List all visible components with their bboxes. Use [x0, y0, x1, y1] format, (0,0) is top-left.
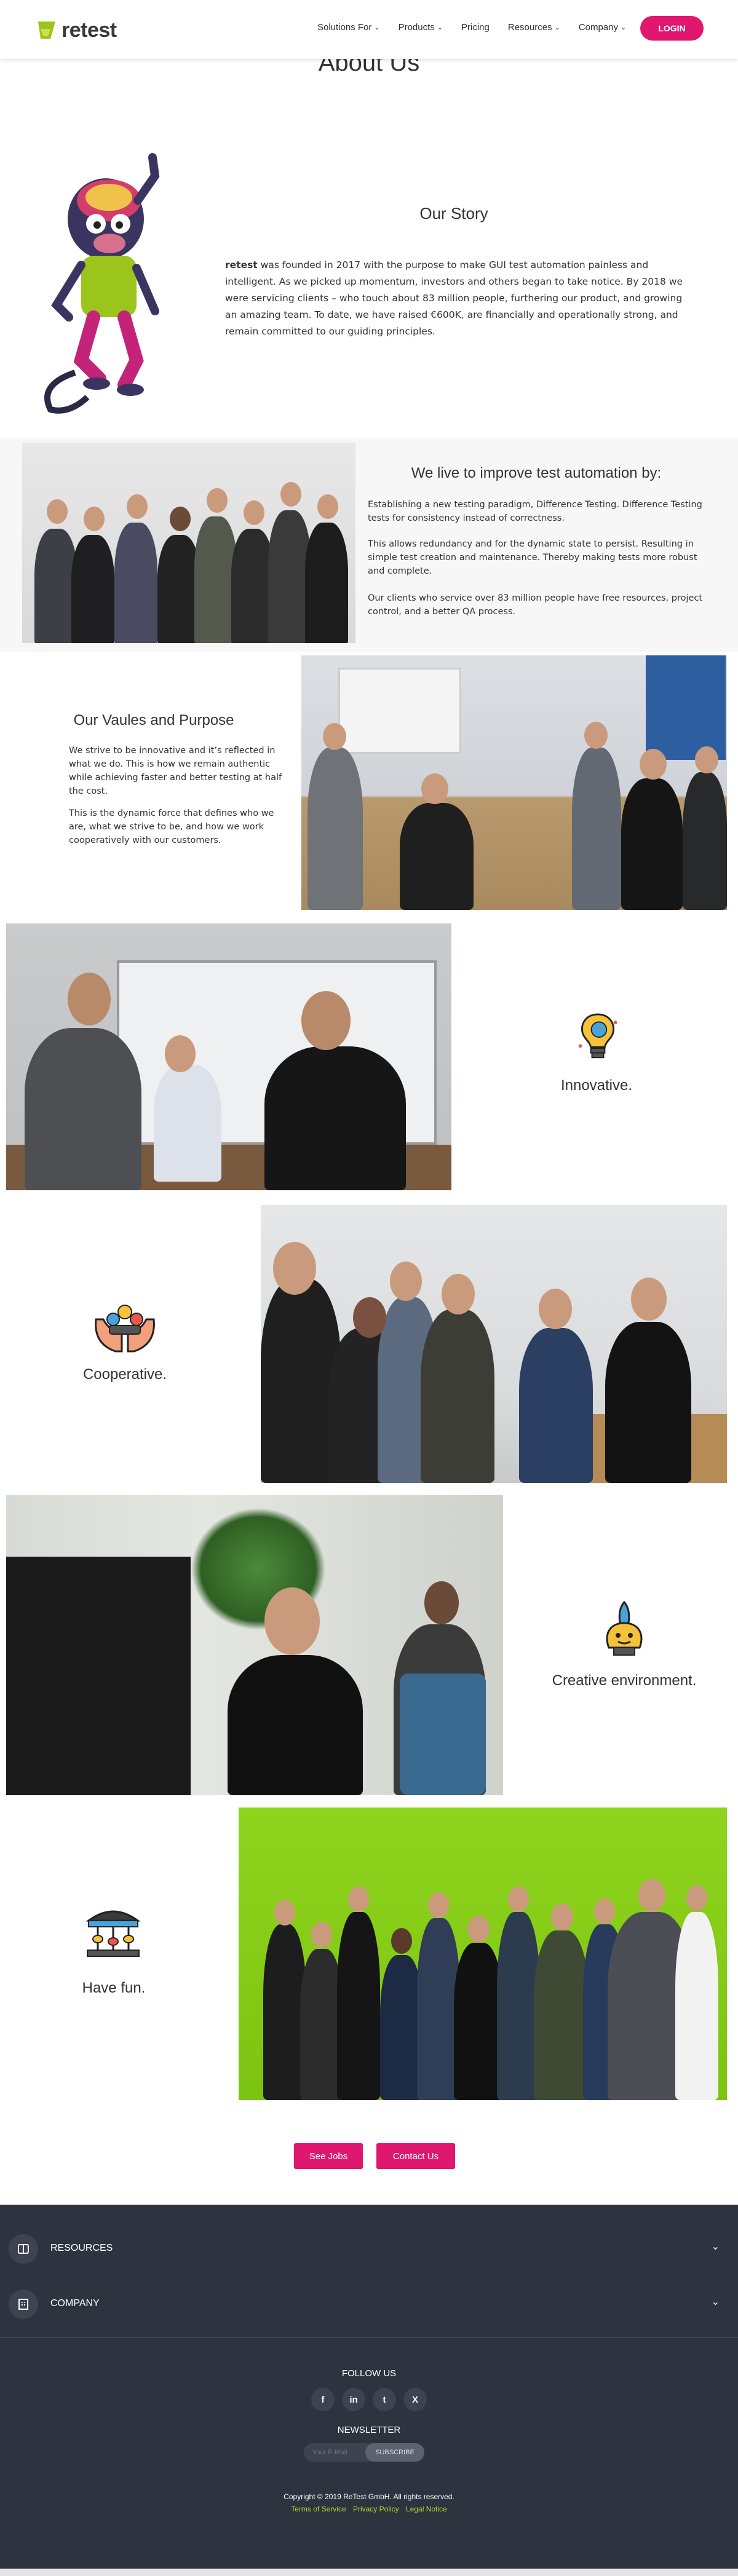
feature-have-fun: Have fun. — [82, 1980, 146, 1996]
chevron-down-icon: ⌄ — [711, 2297, 720, 2307]
feature-innovative: Innovative. — [560, 1077, 633, 1094]
values-paragraph-2: This is the dynamic force that defines w… — [69, 808, 274, 845]
building-icon — [9, 2290, 38, 2319]
nav-label: Solutions For — [317, 22, 372, 33]
linkedin-icon[interactable]: in — [342, 2388, 365, 2411]
contact-us-button[interactable]: Contact Us — [376, 2143, 455, 2169]
rocket-head-icon — [606, 1600, 643, 1656]
site-header: retest Solutions For ⌄ Products ⌄ Pricing … — [0, 0, 738, 59]
story-title: Our Story — [419, 204, 488, 223]
nav-products[interactable]: Products ⌄ — [399, 22, 443, 33]
hands-team-icon — [95, 1305, 155, 1353]
newsletter-email-input[interactable] — [304, 2443, 365, 2462]
feature-creative-environment: Creative environment. — [552, 1672, 697, 1689]
xing-icon[interactable]: X — [403, 2388, 427, 2411]
chevron-down-icon: ⌄ — [711, 2242, 720, 2252]
team-green-wall-photo — [239, 1808, 727, 2100]
login-button[interactable]: LOGIN — [640, 16, 704, 41]
improve-paragraph-2: This allows redundancy and for the dynam… — [368, 539, 697, 576]
monkey-mascot-illustration — [44, 153, 160, 414]
improve-paragraph-3: Our clients who service over 83 million … — [368, 593, 703, 617]
twitter-icon[interactable]: t — [373, 2388, 396, 2411]
see-jobs-button[interactable]: See Jobs — [294, 2143, 363, 2169]
chevron-down-icon: ⌄ — [437, 24, 443, 31]
subscribe-button[interactable]: SUBSCRIBE — [365, 2443, 424, 2462]
chevron-down-icon: ⌄ — [621, 24, 627, 31]
values-paragraph-1: We strive to be innovative and it’s refl… — [69, 746, 282, 796]
story-body: was founded in 2017 with the purpose to … — [225, 259, 683, 337]
chevron-down-icon: ⌄ — [374, 24, 380, 31]
nav-pricing[interactable]: Pricing — [461, 22, 490, 33]
legal-notice-link[interactable]: Legal Notice — [406, 2505, 447, 2513]
carousel-icon — [85, 1910, 141, 1957]
terms-link[interactable]: Terms of Service — [291, 2505, 346, 2513]
copyright-text: Copyright © 2019 ReTest GmbH. All rights… — [284, 2492, 454, 2501]
main-nav: Solutions For ⌄ Products ⌄ Pricing Resourc… — [317, 22, 645, 33]
whiteboard-discussion-photo — [6, 923, 451, 1190]
logo-text: retest — [62, 18, 117, 42]
footer-company-toggle[interactable]: COMPANY ⌄ — [0, 2277, 738, 2331]
footer-section-label: RESOURCES — [50, 2243, 113, 2253]
values-title: Our Vaules and Purpose — [73, 712, 234, 729]
nav-resources[interactable]: Resources ⌄ — [508, 22, 560, 33]
chevron-down-icon: ⌄ — [554, 24, 560, 31]
footer-divider — [0, 2337, 738, 2338]
logo-mark-icon — [38, 21, 55, 39]
follow-us-title: FOLLOW US — [341, 2368, 397, 2379]
footer-section-label: COMPANY — [50, 2298, 100, 2309]
social-links: f in t X — [308, 2388, 430, 2411]
newsletter-form: SUBSCRIBE — [304, 2443, 424, 2462]
nav-solutions-for[interactable]: Solutions For ⌄ — [317, 22, 380, 33]
team-group-photo — [22, 443, 355, 643]
nav-label: Company — [578, 22, 618, 33]
story-brand-word: retest — [225, 259, 258, 271]
office-workstation-photo — [6, 1495, 503, 1795]
nav-label: Pricing — [461, 22, 490, 33]
footer-resources-toggle[interactable]: RESOURCES ⌄ — [0, 2222, 738, 2276]
newsletter-title: NEWSLETTER — [337, 2425, 401, 2435]
book-icon — [9, 2234, 38, 2264]
site-footer: RESOURCES ⌄ COMPANY ⌄ FOLLOW US f in t X… — [0, 2205, 738, 2576]
lightbulb-brain-icon — [578, 1013, 617, 1059]
improve-paragraph-1: Establishing a new testing paradigm, Dif… — [368, 500, 702, 523]
improve-title: We live to improve test automation by: — [411, 465, 662, 481]
story-text: retest was founded in 2017 with the purp… — [225, 257, 683, 340]
nav-label: Resources — [507, 22, 552, 33]
feature-cooperative: Cooperative. — [82, 1366, 167, 1383]
team-standing-photo — [261, 1205, 727, 1483]
retest-logo[interactable]: retest — [34, 18, 117, 42]
facebook-icon[interactable]: f — [311, 2388, 335, 2411]
privacy-link[interactable]: Privacy Policy — [353, 2505, 399, 2513]
nav-label: Products — [398, 22, 435, 33]
footer-legal-links: Terms of Service Privacy Policy Legal No… — [0, 2505, 738, 2513]
nav-company[interactable]: Company ⌄ — [579, 22, 626, 33]
horizontal-scrollbar[interactable] — [0, 2569, 738, 2576]
team-meeting-photo — [301, 655, 727, 910]
